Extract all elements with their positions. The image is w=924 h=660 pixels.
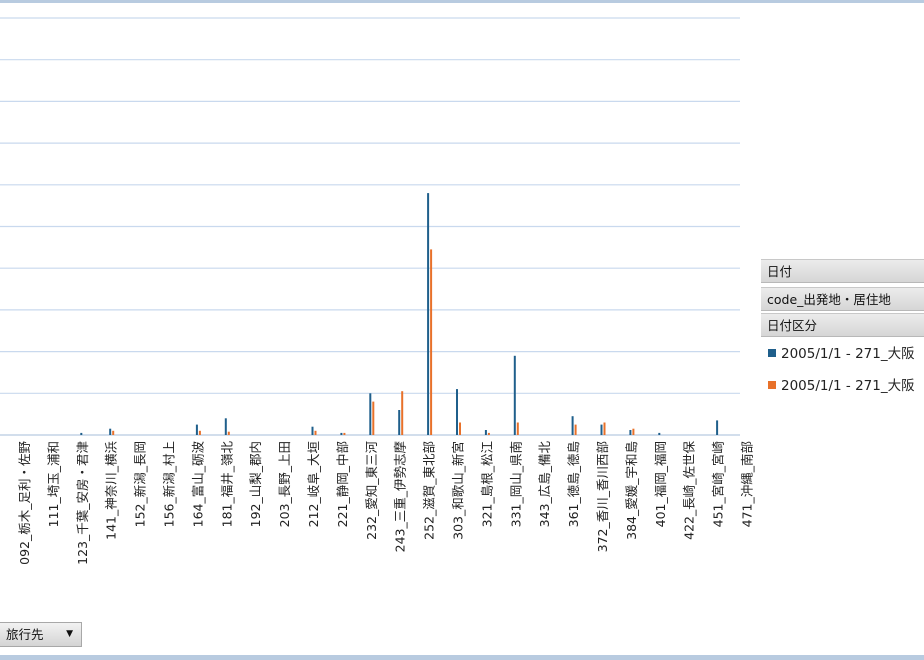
bar-series-1-21	[629, 430, 632, 435]
bar-series-2-21	[632, 428, 635, 435]
bar-series-2-13	[401, 391, 404, 435]
bar-series-1-19	[571, 416, 574, 435]
x-tick-label: 164_富山_砺波	[190, 441, 205, 528]
x-tick-label: 471_沖縄_南部	[740, 441, 755, 527]
x-tick-label: 331_岡山_県南	[508, 441, 523, 527]
x-tick-label: 123_千葉_安房・君津	[75, 441, 90, 565]
x-tick-label: 203_長野_上田	[277, 441, 292, 527]
x-tick-label: 401_福岡_福岡	[653, 441, 668, 527]
x-tick-label: 152_新潟_長岡	[133, 441, 148, 527]
x-tick-label: 384_愛媛_宇和島	[624, 441, 639, 540]
bar-series-1-12	[369, 393, 372, 435]
bar-series-2-12	[372, 401, 375, 435]
x-tick-label: 232_愛知_東三河	[364, 441, 379, 540]
chart-plot: 092_栃木_足利・佐野 111_埼玉_浦和 123_千葉_安房・君津 141_神奈川…	[0, 17, 755, 565]
x-tick-label: 092_栃木_足利・佐野	[17, 441, 32, 565]
x-tick-label: 221_静岡_中部	[335, 441, 350, 527]
legend-item-label: 2005/1/1 - 271_大阪	[781, 346, 915, 362]
bar-series-2-11	[343, 432, 346, 435]
bar-series-1-13	[398, 410, 401, 435]
bar-series-1-20	[600, 424, 603, 435]
bar-series-2-7	[227, 431, 230, 435]
x-tick-label: 451_宮崎_宮崎	[711, 441, 726, 528]
grid-lines	[0, 17, 740, 436]
legend-item-series-1: 2005/1/1 - 271_大阪	[768, 344, 924, 364]
bar-series-1-2	[80, 432, 83, 435]
x-tick-label: 192_山梨_郡内	[248, 441, 263, 527]
x-tick-label: 212_岐阜_大垣	[306, 441, 321, 527]
x-tick-label: 303_和歌山_新宮	[451, 441, 466, 540]
x-tick-label: 141_神奈川_横浜	[104, 441, 119, 540]
bar-series-2-10	[314, 430, 317, 435]
bar-series-2-6	[198, 430, 201, 435]
bar-series-1-10	[311, 426, 314, 435]
bar-series-2-19	[574, 424, 577, 435]
bar-series-1-22	[658, 432, 661, 435]
x-tick-label: 111_埼玉_浦和	[46, 441, 61, 527]
bar-series-1-7	[224, 418, 227, 435]
legend-field-date[interactable]: 日付	[761, 259, 924, 283]
bar-series-2-16	[487, 432, 490, 435]
bar-series-2-3	[112, 430, 115, 435]
bar-series-1-17	[513, 355, 516, 435]
dropdown-arrow-icon[interactable]: ▼	[66, 623, 73, 646]
legend-field-origin[interactable]: code_出発地・居住地	[761, 287, 924, 311]
bar-series-1-6	[195, 424, 198, 435]
bar-series-1-16	[484, 430, 487, 435]
bar-series-1-3	[109, 428, 112, 435]
axis-field-button[interactable]: 旅行先 ▼	[0, 622, 82, 647]
x-tick-label: 321_島根_松江	[479, 441, 494, 527]
bar-series-2-14	[430, 249, 433, 435]
bar-series-1-15	[456, 389, 458, 435]
legend-item-series-2: 2005/1/1 - 271_大阪	[768, 376, 924, 396]
legend-swatch-icon	[768, 381, 776, 389]
x-tick-labels: 092_栃木_足利・佐野 111_埼玉_浦和 123_千葉_安房・君津 141_神奈川…	[17, 441, 755, 565]
chart-frame-bottom	[0, 655, 924, 660]
legend-item-label: 2005/1/1 - 271_大阪	[781, 378, 915, 394]
bar-series-2-20	[603, 422, 606, 435]
bar-series	[80, 193, 719, 435]
x-tick-label: 422_長崎_佐世保	[682, 441, 697, 540]
legend-swatch-icon	[768, 349, 776, 357]
axis-field-label: 旅行先	[6, 627, 44, 642]
x-tick-label: 252_滋賀_東北部	[422, 441, 437, 540]
x-tick-label: 361_徳島_徳島	[566, 441, 581, 527]
bar-series-2-15	[459, 422, 461, 435]
bar-series-2-17	[516, 422, 519, 435]
x-tick-label: 156_新潟_村上	[162, 441, 177, 527]
bar-series-1-11	[340, 432, 343, 435]
x-tick-label: 372_香川_香川西部	[595, 441, 610, 552]
bar-series-1-24	[716, 420, 719, 435]
legend-field-date-type[interactable]: 日付区分	[761, 313, 924, 337]
x-tick-label: 343_広島_備北	[537, 441, 552, 528]
x-tick-label: 181_福井_嶺北	[219, 441, 234, 528]
bar-series-1-14	[427, 193, 430, 435]
x-tick-label: 243_三重_伊勢志摩	[393, 441, 408, 553]
